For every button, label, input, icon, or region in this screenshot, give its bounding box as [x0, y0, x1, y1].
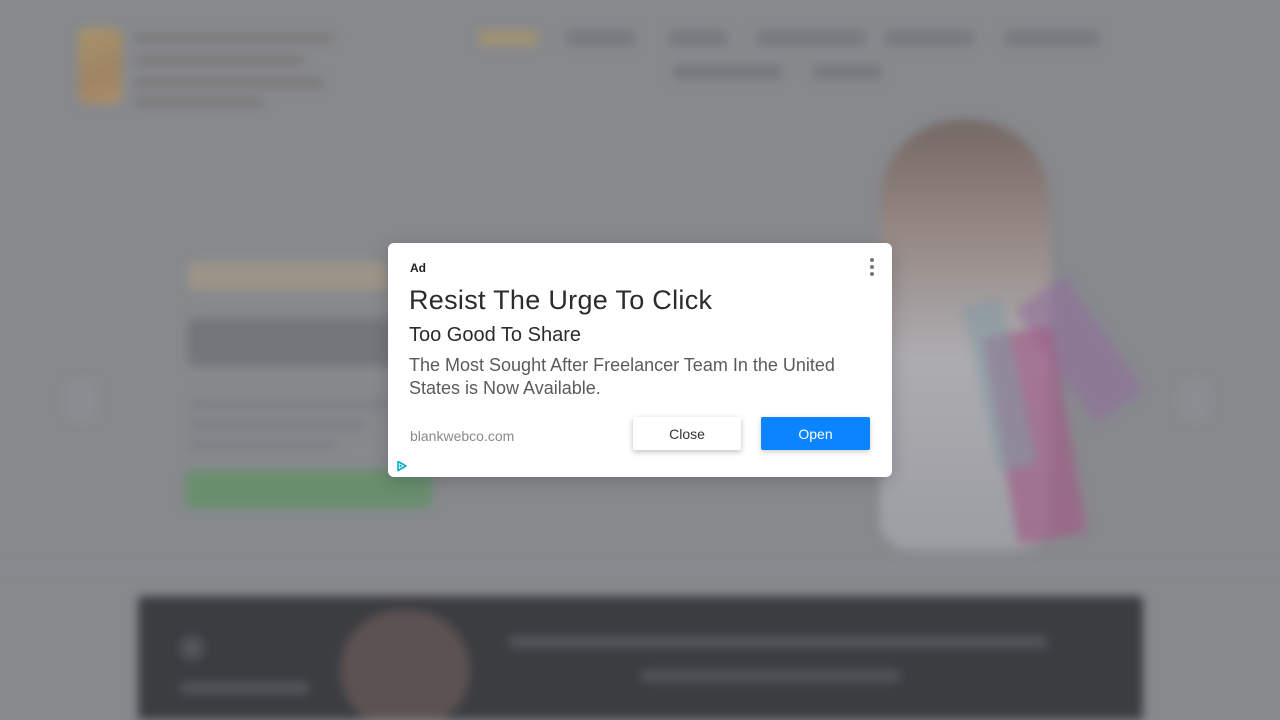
interstitial-ad: Ad Resist The Urge To Click Too Good To … — [388, 243, 892, 477]
ad-label: Ad — [410, 261, 426, 275]
adchoices-icon[interactable] — [396, 460, 408, 472]
ad-domain-link[interactable]: blankwebco.com — [410, 428, 514, 444]
ad-headline[interactable]: Resist The Urge To Click — [409, 285, 712, 316]
ad-body-text[interactable]: The Most Sought After Freelancer Team In… — [409, 354, 859, 400]
open-button[interactable]: Open — [761, 417, 870, 450]
close-button[interactable]: Close — [633, 417, 741, 450]
ad-subheadline[interactable]: Too Good To Share — [409, 324, 581, 347]
more-vertical-icon[interactable] — [866, 258, 878, 276]
